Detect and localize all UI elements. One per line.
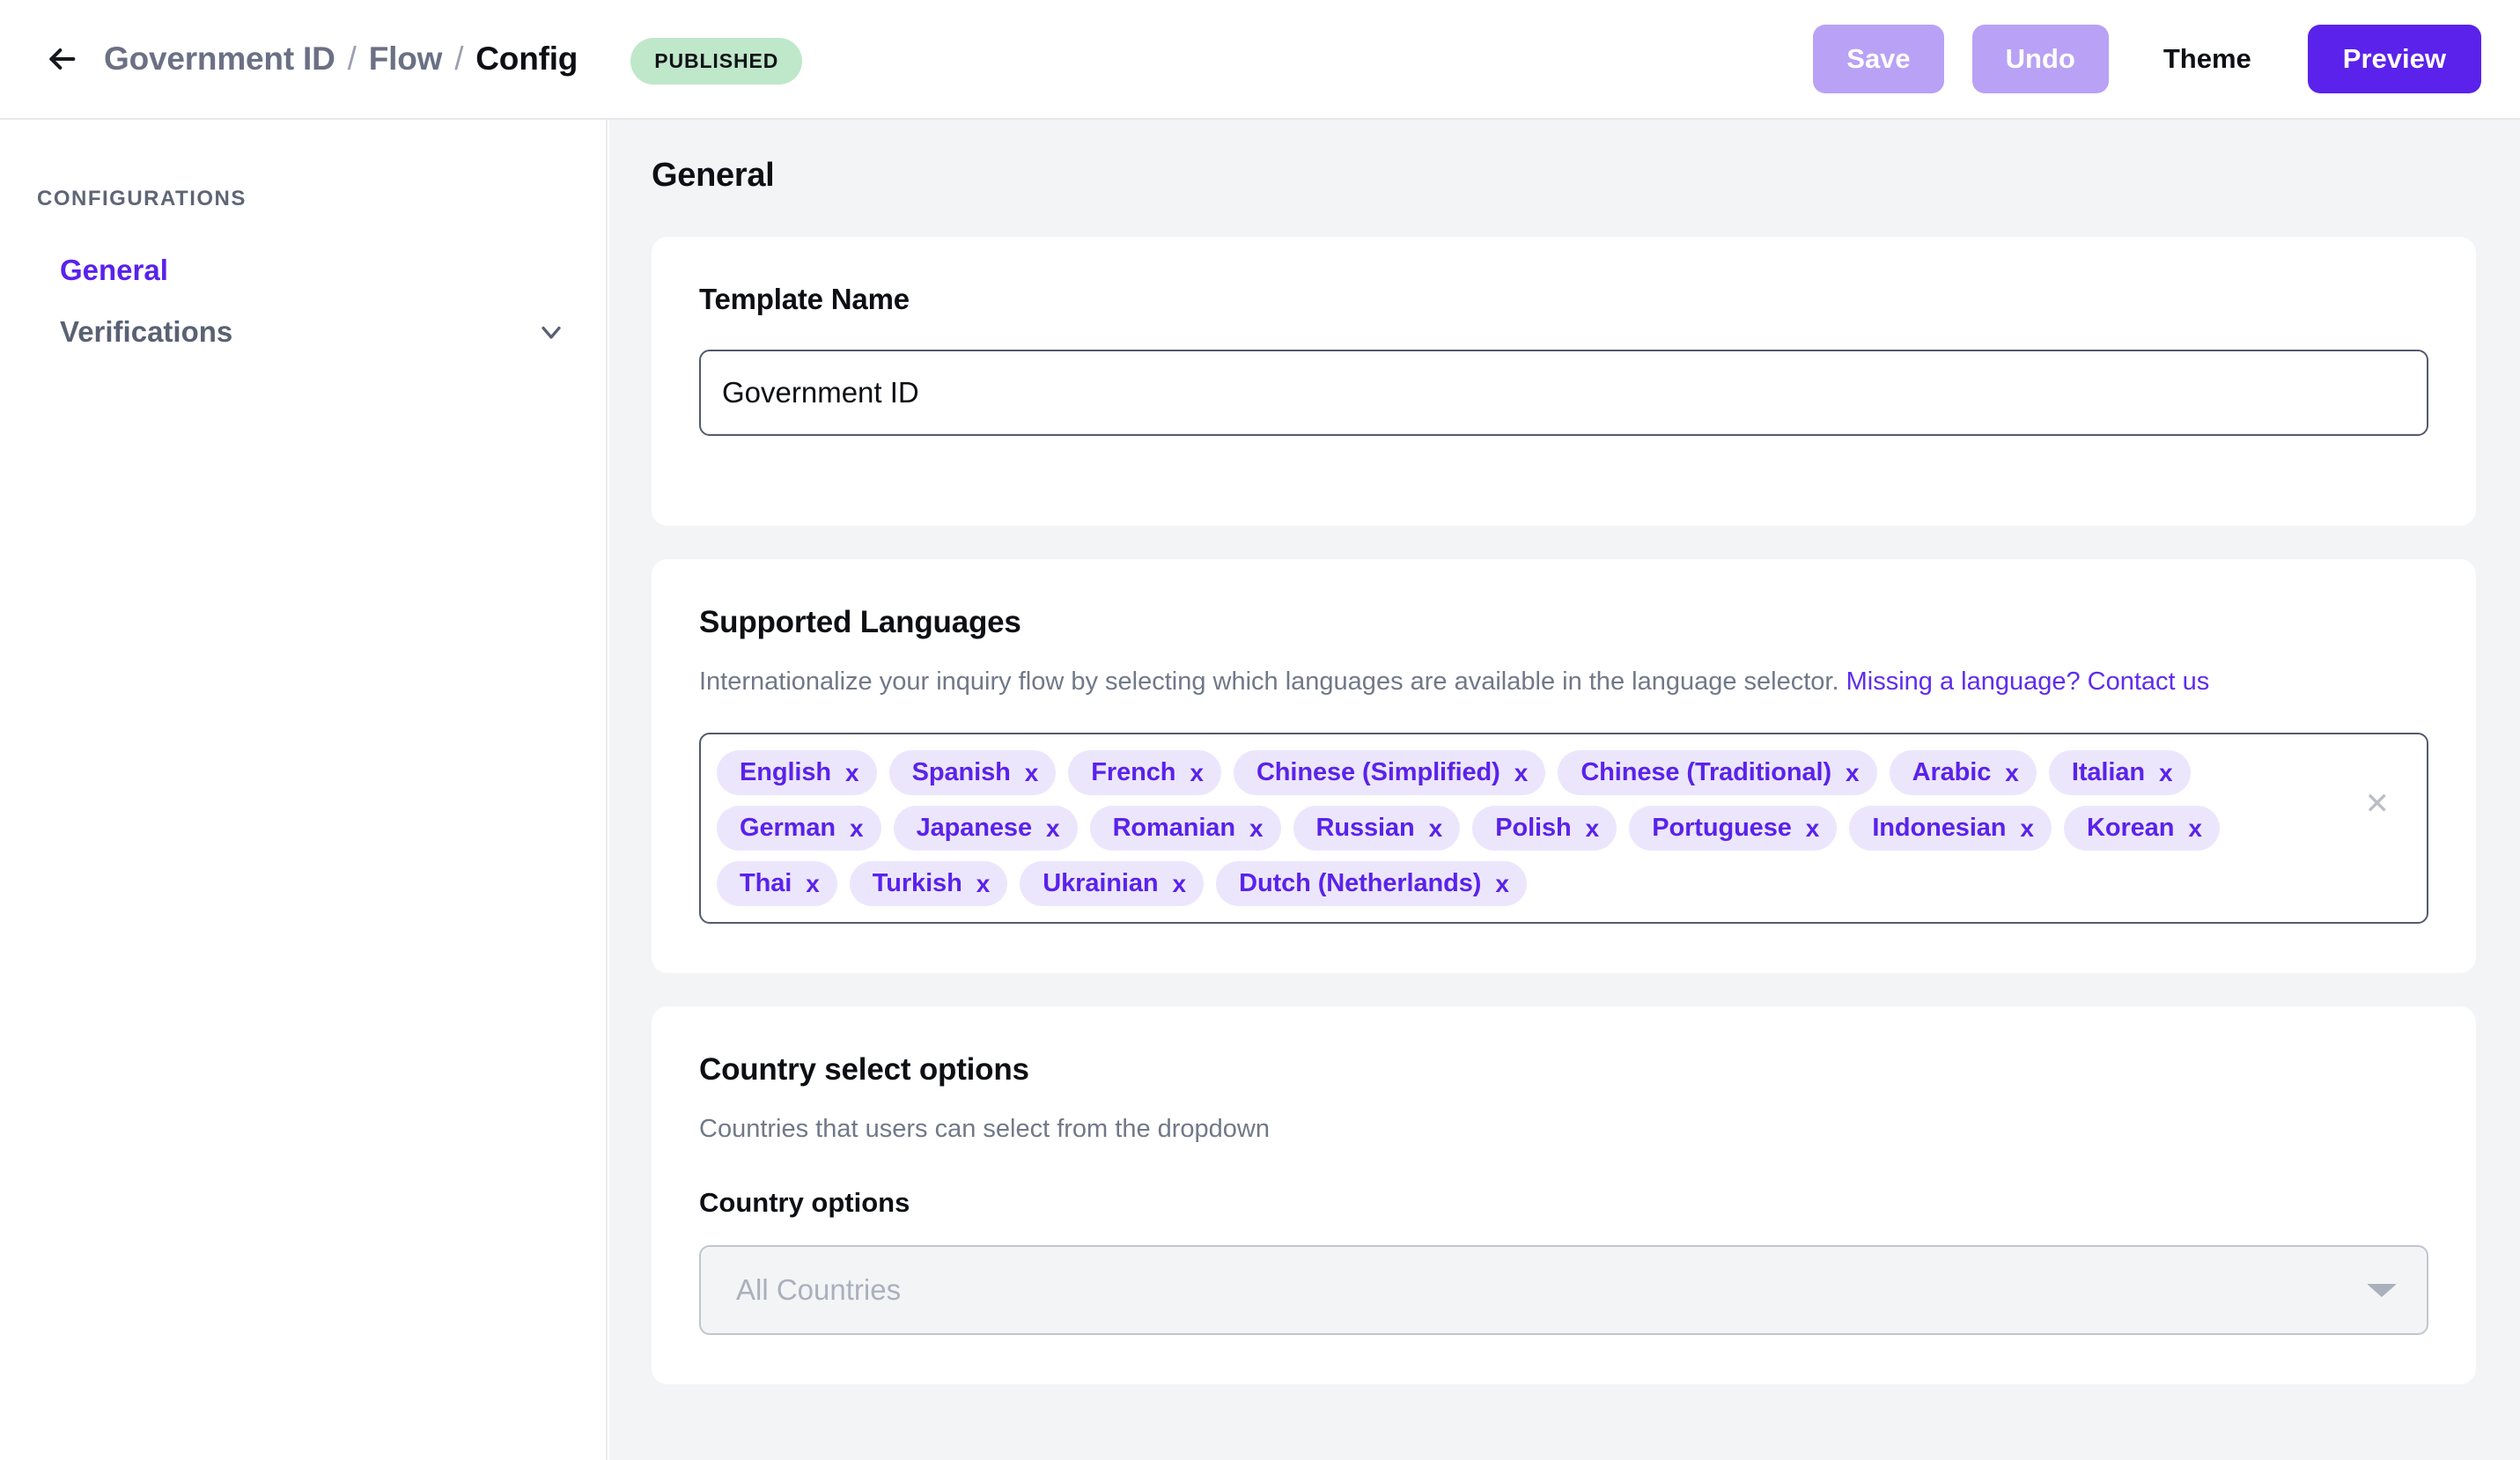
language-chip-label: Portuguese xyxy=(1652,814,1792,843)
language-chip[interactable]: Chinese (Traditional) x xyxy=(1558,750,1876,795)
save-button[interactable]: Save xyxy=(1813,25,1943,93)
language-chip-label: Chinese (Traditional) xyxy=(1581,758,1831,787)
language-chip-label: Polish xyxy=(1495,814,1571,843)
language-chip[interactable]: Portuguese x xyxy=(1629,806,1837,851)
country-options-select[interactable]: All Countries xyxy=(699,1245,2428,1335)
remove-language-icon[interactable]: x xyxy=(1586,816,1600,841)
language-chip[interactable]: Chinese (Simplified) x xyxy=(1234,750,1545,795)
back-button[interactable] xyxy=(42,40,81,78)
page-title: General xyxy=(652,157,2520,195)
language-chip[interactable]: Polishx xyxy=(1472,806,1617,851)
breadcrumb-separator: / xyxy=(454,41,463,77)
sidebar-item-verifications[interactable]: Verifications xyxy=(0,301,606,363)
language-chip[interactable]: Frenchx xyxy=(1068,750,1221,795)
language-chip-label: German xyxy=(740,814,836,843)
language-chip[interactable]: Arabicx xyxy=(1890,750,2037,795)
remove-language-icon[interactable]: x xyxy=(1514,761,1529,785)
language-chip[interactable]: Russian x xyxy=(1293,806,1461,851)
breadcrumb-item-flow[interactable]: Flow xyxy=(369,41,442,77)
remove-language-icon[interactable]: x xyxy=(1429,816,1443,841)
country-select-title: Country select options xyxy=(699,1052,2428,1088)
language-chip-label: Spanish xyxy=(912,758,1011,787)
breadcrumb-separator: / xyxy=(348,41,357,77)
preview-button[interactable]: Preview xyxy=(2308,25,2481,93)
template-name-card: Template Name xyxy=(652,237,2476,526)
language-chip-label: Romanian xyxy=(1113,814,1235,843)
language-chip-label: Japanese xyxy=(917,814,1032,843)
clear-all-languages-icon[interactable]: ✕ xyxy=(2365,789,2391,819)
main-content: General Template Name Supported Language… xyxy=(609,120,2520,1460)
status-badge: PUBLISHED xyxy=(630,38,802,85)
remove-language-icon[interactable]: x xyxy=(1046,816,1060,841)
header-actions: Save Undo Theme Preview xyxy=(1813,25,2481,93)
sidebar: CONFIGURATIONS General Verifications xyxy=(0,120,608,1460)
language-chip[interactable]: Spanish x xyxy=(889,750,1057,795)
remove-language-icon[interactable]: x xyxy=(976,872,991,896)
language-chip[interactable]: Japanese x xyxy=(894,806,1078,851)
chevron-down-icon xyxy=(2367,1284,2397,1297)
language-chip-label: Thai xyxy=(740,869,792,898)
remove-language-icon[interactable]: x xyxy=(2020,816,2034,841)
breadcrumb: Government ID / Flow / Config xyxy=(104,41,578,77)
undo-button[interactable]: Undo xyxy=(1972,25,2109,93)
language-chip-label: Russian xyxy=(1316,814,1415,843)
remove-language-icon[interactable]: x xyxy=(1495,872,1509,896)
language-chip-list: EnglishxSpanishxFrenchxChinese (Simplifi… xyxy=(717,750,2347,906)
contact-us-link[interactable]: Missing a language? Contact us xyxy=(1846,667,2210,696)
remove-language-icon[interactable]: x xyxy=(850,816,864,841)
remove-language-icon[interactable]: x xyxy=(845,761,859,785)
template-name-label: Template Name xyxy=(699,283,2428,316)
language-chip[interactable]: Indonesian x xyxy=(1849,806,2052,851)
template-name-input[interactable] xyxy=(699,350,2428,436)
country-select-card: Country select options Countries that us… xyxy=(652,1007,2476,1384)
remove-language-icon[interactable]: x xyxy=(2188,816,2202,841)
country-options-placeholder: All Countries xyxy=(736,1273,2367,1307)
sidebar-item-general[interactable]: General xyxy=(0,240,606,301)
remove-language-icon[interactable]: x xyxy=(1190,761,1204,785)
sidebar-heading: CONFIGURATIONS xyxy=(0,187,606,211)
language-chip-label: Korean xyxy=(2087,814,2174,843)
languages-multiselect[interactable]: EnglishxSpanishxFrenchxChinese (Simplifi… xyxy=(699,733,2428,924)
language-chip[interactable]: English x xyxy=(717,750,877,795)
breadcrumb-item-config: Config xyxy=(475,41,578,77)
sidebar-item-label: Verifications xyxy=(60,315,232,349)
country-select-description: Countries that users can select from the… xyxy=(699,1112,2428,1147)
supported-languages-title: Supported Languages xyxy=(699,605,2428,640)
chevron-down-icon xyxy=(535,316,567,348)
remove-language-icon[interactable]: x xyxy=(2159,761,2173,785)
theme-button[interactable]: Theme xyxy=(2133,25,2281,93)
language-chip-label: Indonesian xyxy=(1872,814,2006,843)
language-chip-label: French xyxy=(1091,758,1175,787)
remove-language-icon[interactable]: x xyxy=(1806,816,1820,841)
language-chip[interactable]: Dutch (Netherlands) x xyxy=(1216,861,1527,906)
language-chip[interactable]: Turkish x xyxy=(850,861,1007,906)
remove-language-icon[interactable]: x xyxy=(806,872,820,896)
language-chip-label: Italian xyxy=(2072,758,2145,787)
language-chip-label: English xyxy=(740,758,831,787)
language-chip-label: Ukrainian xyxy=(1043,869,1158,898)
language-chip[interactable]: Thaix xyxy=(717,861,837,906)
sidebar-item-label: General xyxy=(60,254,168,287)
supported-languages-card: Supported Languages Internationalize you… xyxy=(652,559,2476,973)
language-chip-label: Dutch (Netherlands) xyxy=(1239,869,1481,898)
language-chip[interactable]: Romanian x xyxy=(1090,806,1281,851)
app-header: Government ID / Flow / Config PUBLISHED … xyxy=(0,0,2520,120)
remove-language-icon[interactable]: x xyxy=(1846,761,1860,785)
remove-language-icon[interactable]: x xyxy=(1173,872,1187,896)
country-options-label: Country options xyxy=(699,1187,2428,1219)
language-chip-label: Chinese (Simplified) xyxy=(1256,758,1500,787)
remove-language-icon[interactable]: x xyxy=(1025,761,1039,785)
description-text: Internationalize your inquiry flow by se… xyxy=(699,667,1839,696)
language-chip[interactable]: Ukrainian x xyxy=(1020,861,1204,906)
remove-language-icon[interactable]: x xyxy=(1249,816,1264,841)
breadcrumb-item-government-id[interactable]: Government ID xyxy=(104,41,335,77)
remove-language-icon[interactable]: x xyxy=(2005,761,2019,785)
language-chip[interactable]: Koreanx xyxy=(2064,806,2220,851)
supported-languages-description: Internationalize your inquiry flow by se… xyxy=(699,665,2428,699)
language-chip[interactable]: Germanx xyxy=(717,806,881,851)
language-chip[interactable]: Italian x xyxy=(2049,750,2191,795)
language-chip-label: Arabic xyxy=(1912,758,1992,787)
language-chip-label: Turkish xyxy=(873,869,962,898)
arrow-left-icon xyxy=(44,41,79,77)
